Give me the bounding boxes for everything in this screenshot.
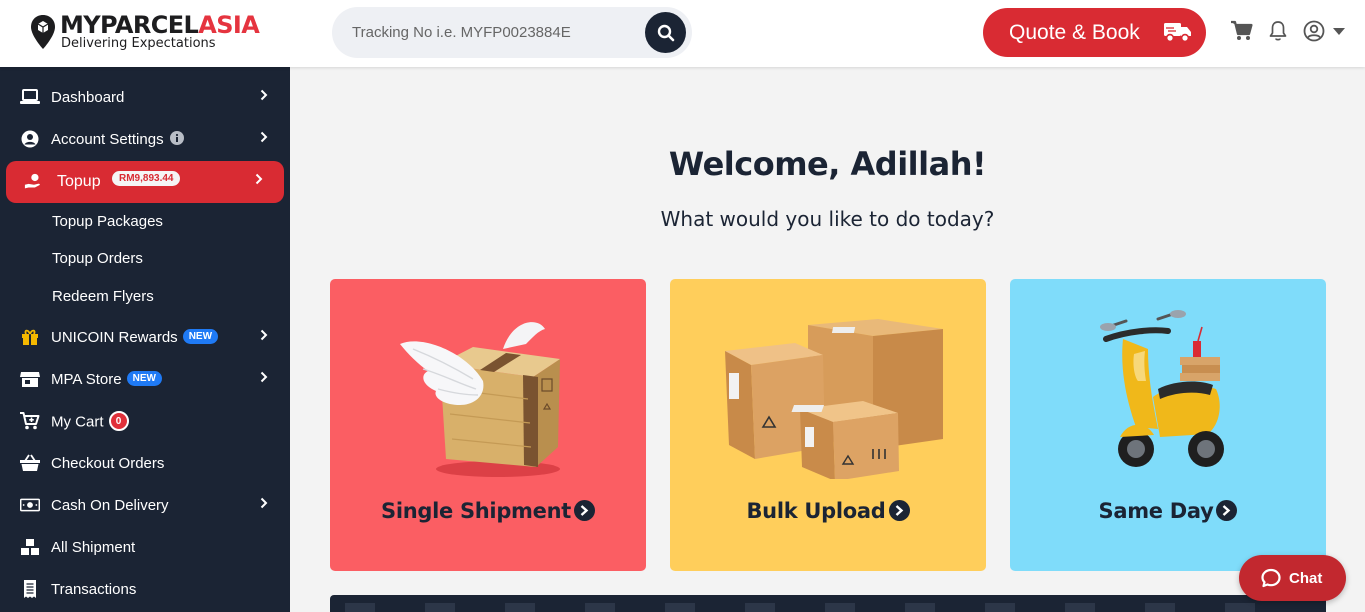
arrow-circle-right-icon [888,500,910,521]
sidebar-item-dashboard[interactable]: Dashboard [0,77,290,117]
quote-book-button[interactable]: Quote & Book [983,8,1206,57]
sidebar-item-cash-on-delivery[interactable]: Cash On Delivery [0,485,290,525]
logo-tagline: Delivering Expectations [61,36,216,51]
bulk-upload-card[interactable]: Bulk Upload [670,279,986,571]
new-badge: NEW [126,370,162,386]
sidebar-item-label: My Cart [51,413,104,431]
tracking-search [332,7,692,58]
hand-coin-icon [24,172,44,192]
user-circle-icon [20,129,40,149]
sidebar-item-my-cart[interactable]: My Cart 0 [0,401,290,441]
sidebar-item-label: MPA Store [51,370,122,388]
sidebar-item-label-wrap: My Cart 0 [51,411,129,431]
chat-bubble-icon [1261,568,1281,588]
cart-plus-icon [20,411,40,431]
cart-count-badge: 0 [108,411,129,431]
sidebar-item-all-shipment[interactable]: All Shipment [0,527,290,567]
sidebar-item-label: Checkout Orders [51,454,165,472]
user-icon[interactable] [1303,20,1325,42]
balance-badge: RM9,893.44 [112,171,181,186]
single-shipment-label: Single Shipment [330,499,646,523]
delivery-scooter-illustration [1100,310,1224,467]
sidebar-item-label-wrap: UNICOIN Rewards NEW [51,328,219,346]
location-pin-icon [31,15,55,49]
brand-logo[interactable]: MYPARCELASIA Delivering Expectations [30,11,280,54]
bottom-banner-strip [330,595,1326,612]
sidebar-item-label: UNICOIN Rewards [51,328,178,346]
receipt-icon [20,579,40,599]
chevron-right-icon [260,131,268,143]
sidebar-item-account-settings[interactable]: Account Settings [0,119,290,159]
chevron-right-icon [260,371,268,383]
sidebar-item-label: Account Settings [51,130,164,148]
stacked-boxes-illustration [725,319,943,479]
truck-icon [1164,23,1191,43]
top-header: MYPARCELASIA Delivering Expectations Quo… [0,0,1365,67]
sidebar-subitem-topup-orders[interactable]: Topup Orders [52,250,143,267]
sidebar-item-topup[interactable]: Topup RM9,893.44 [6,161,284,203]
chevron-right-icon [260,329,268,341]
sidebar-item-label: Cash On Delivery [51,496,169,514]
boxes-icon [20,537,40,557]
sidebar-subitem-topup-packages[interactable]: Topup Packages [52,213,163,230]
sidebar-item-mpa-store[interactable]: MPA Store NEW [0,359,290,399]
bell-icon[interactable] [1269,20,1287,42]
logo-title: MYPARCELASIA [60,11,260,39]
tracking-search-input[interactable] [352,7,652,58]
sidebar: Dashboard Account Settings Topup RM9,893… [0,67,290,612]
chevron-right-icon [255,173,263,185]
sidebar-item-label: Dashboard [51,88,125,106]
welcome-subtitle: What would you like to do today? [660,207,995,231]
basket-icon [20,453,40,473]
quote-book-label: Quote & Book [1009,20,1140,44]
sidebar-subitem-redeem-flyers[interactable]: Redeem Flyers [52,288,154,305]
chevron-right-icon [260,89,268,101]
sidebar-item-label: Topup [57,173,101,190]
sidebar-item-label-wrap: MPA Store NEW [51,370,162,388]
bulk-upload-label: Bulk Upload [670,499,986,523]
search-icon [657,24,674,41]
sidebar-item-transactions[interactable]: Transactions [0,569,290,609]
arrow-circle-right-icon [573,500,595,521]
caret-down-icon[interactable] [1333,28,1345,35]
same-day-label: Same Day [1010,499,1326,523]
new-badge: NEW [182,328,219,344]
chat-label: Chat [1289,569,1323,587]
search-button[interactable] [645,12,686,53]
info-icon[interactable] [169,130,184,145]
chevron-right-icon [260,497,268,509]
laptop-icon [20,87,40,107]
single-shipment-card[interactable]: Single Shipment [330,279,646,571]
sidebar-item-unicoin-rewards[interactable]: UNICOIN Rewards NEW [0,317,290,357]
chat-button[interactable]: Chat [1239,555,1346,601]
same-day-card[interactable]: Same Day [1010,279,1326,571]
welcome-heading: Welcome, Adillah! [668,145,987,183]
store-icon [20,369,40,389]
winged-box-illustration [400,322,560,477]
cart-icon[interactable] [1230,20,1253,41]
gift-icon [20,327,40,347]
sidebar-item-label: All Shipment [51,538,136,556]
sidebar-item-label-wrap: Account Settings [51,130,184,148]
sidebar-item-checkout-orders[interactable]: Checkout Orders [0,443,290,483]
money-icon [20,495,40,515]
sidebar-item-label: Transactions [51,580,137,598]
arrow-circle-right-icon [1216,500,1238,521]
